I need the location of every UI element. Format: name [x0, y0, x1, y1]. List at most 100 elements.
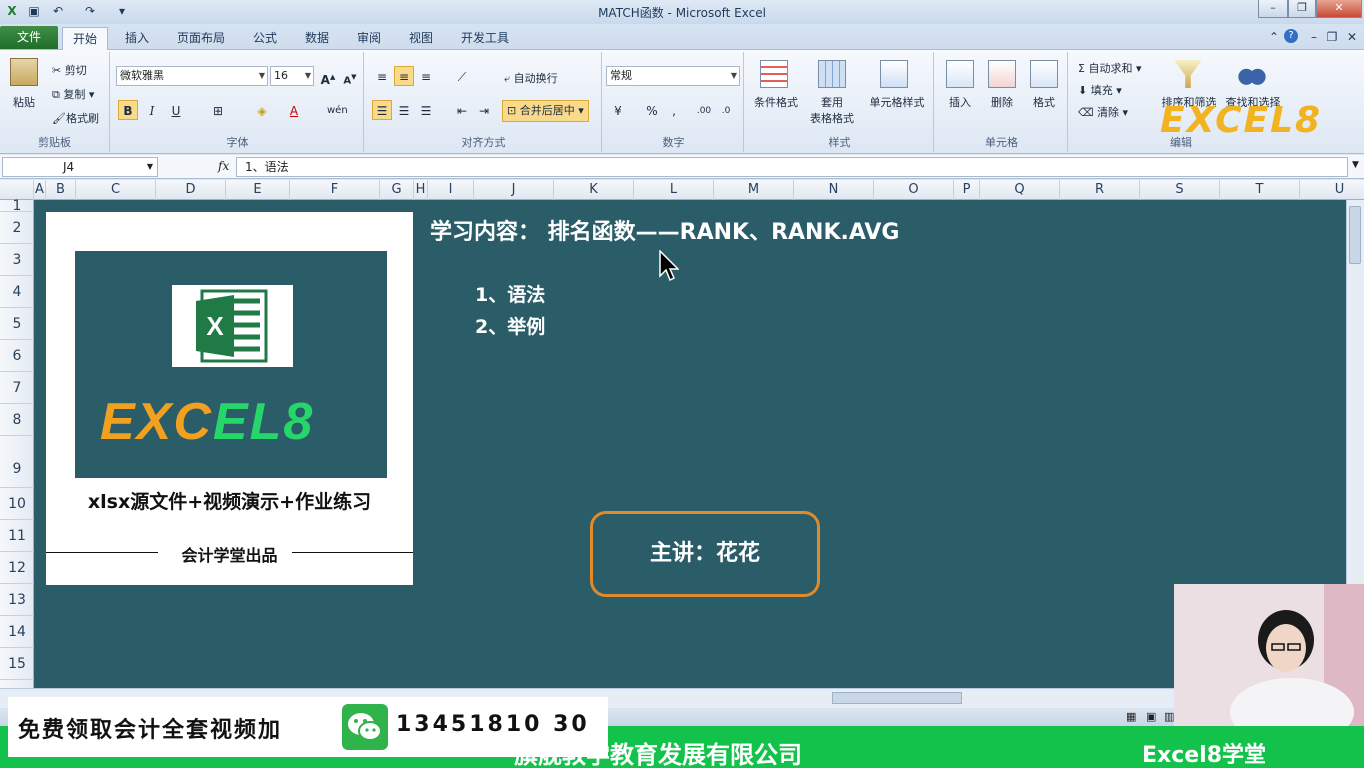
increase-indent-icon[interactable]: ⇥	[474, 100, 494, 120]
merge-center-button[interactable]: ⊡ 合并后居中 ▾	[502, 100, 589, 122]
wrap-text-button[interactable]: ⤶ 自动换行	[504, 70, 558, 86]
underline-button[interactable]: U	[166, 100, 186, 120]
column-header[interactable]: E	[226, 180, 290, 200]
conditional-format-icon[interactable]	[760, 60, 788, 88]
tab-home[interactable]: 开始	[62, 27, 108, 50]
align-center-icon[interactable]: ☰	[394, 100, 414, 120]
paste-icon[interactable]	[10, 58, 38, 86]
doc-minimize-icon[interactable]: –	[1306, 29, 1322, 45]
align-bottom-icon[interactable]: ≡	[416, 66, 436, 86]
column-header[interactable]: N	[794, 180, 874, 200]
ribbon-minimize-icon[interactable]: ⌃	[1266, 29, 1282, 45]
close-button[interactable]: ✕	[1316, 0, 1362, 18]
shrink-font-icon[interactable]: A▼	[340, 66, 360, 86]
insert-cells-icon[interactable]	[946, 60, 974, 88]
scroll-thumb[interactable]	[1349, 206, 1361, 264]
format-painter-button[interactable]: 🖌格式刷	[52, 110, 99, 126]
column-header[interactable]: S	[1140, 180, 1220, 200]
row-header[interactable]: 8	[0, 404, 34, 436]
bold-button[interactable]: B	[118, 100, 138, 120]
doc-close-icon[interactable]: ✕	[1344, 29, 1360, 45]
delete-button[interactable]: 删除	[982, 94, 1022, 110]
tab-formulas[interactable]: 公式	[246, 27, 284, 50]
column-header[interactable]: T	[1220, 180, 1300, 200]
tab-view[interactable]: 视图	[402, 27, 440, 50]
column-header[interactable]: D	[156, 180, 226, 200]
format-cells-icon[interactable]	[1030, 60, 1058, 88]
restore-button[interactable]: ❐	[1288, 0, 1316, 18]
normal-view-icon[interactable]: ▦	[1126, 710, 1136, 723]
tab-developer[interactable]: 开发工具	[454, 27, 516, 50]
select-all-corner[interactable]	[0, 180, 34, 200]
conditional-format-button[interactable]: 条件格式	[748, 94, 804, 110]
row-header[interactable]: 2	[0, 212, 34, 244]
column-header[interactable]: U	[1300, 180, 1364, 200]
align-left-icon[interactable]: ☰	[372, 100, 392, 120]
italic-button[interactable]: I	[142, 100, 162, 120]
row-header[interactable]: 14	[0, 616, 34, 648]
formula-input[interactable]: 1、语法	[236, 157, 1348, 177]
increase-decimal-icon[interactable]: .00	[694, 100, 714, 120]
clear-button[interactable]: ⌫ 清除 ▾	[1078, 104, 1128, 120]
row-header[interactable]: 3	[0, 244, 34, 276]
tab-data[interactable]: 数据	[298, 27, 336, 50]
column-header[interactable]: R	[1060, 180, 1140, 200]
row-header[interactable]: 1	[0, 199, 34, 213]
column-header[interactable]: P	[954, 180, 980, 200]
column-header[interactable]: H	[414, 180, 428, 200]
paste-button[interactable]: 粘贴	[6, 94, 42, 110]
delete-cells-icon[interactable]	[988, 60, 1016, 88]
column-header[interactable]: L	[634, 180, 714, 200]
cut-button[interactable]: ✂ 剪切	[52, 62, 87, 78]
row-header[interactable]: 9	[0, 436, 34, 488]
currency-icon[interactable]: ¥	[608, 100, 628, 120]
tab-review[interactable]: 审阅	[350, 27, 388, 50]
column-header[interactable]: G	[380, 180, 414, 200]
page-break-view-icon[interactable]: ▥	[1164, 710, 1174, 723]
row-header[interactable]: 4	[0, 276, 34, 308]
tab-insert[interactable]: 插入	[118, 27, 156, 50]
row-header[interactable]: 13	[0, 584, 34, 616]
cell-styles-icon[interactable]	[880, 60, 908, 88]
page-layout-view-icon[interactable]: ▣	[1146, 710, 1156, 723]
autosum-button[interactable]: Σ 自动求和 ▾	[1078, 60, 1141, 76]
column-header[interactable]: B	[46, 180, 76, 200]
sort-filter-icon[interactable]	[1174, 60, 1202, 88]
format-as-table-button[interactable]: 套用	[818, 94, 846, 110]
row-header[interactable]: 7	[0, 372, 34, 404]
column-header[interactable]: C	[76, 180, 156, 200]
column-header[interactable]: O	[874, 180, 954, 200]
column-header[interactable]: K	[554, 180, 634, 200]
row-header[interactable]: 6	[0, 340, 34, 372]
font-size-select[interactable]: 16 ▼	[270, 66, 314, 86]
align-right-icon[interactable]: ☰	[416, 100, 436, 120]
row-header[interactable]: 12	[0, 552, 34, 584]
insert-button[interactable]: 插入	[940, 94, 980, 110]
help-icon[interactable]: ?	[1284, 29, 1298, 43]
borders-icon[interactable]: ⊞	[208, 100, 228, 120]
expand-formula-icon[interactable]: ▼	[1352, 160, 1359, 170]
tab-file[interactable]: 文件	[0, 26, 58, 49]
table-format-icon[interactable]	[818, 60, 846, 88]
row-header[interactable]: 10	[0, 488, 34, 520]
minimize-button[interactable]: –	[1258, 0, 1288, 18]
phonetic-icon[interactable]: wén	[326, 100, 348, 120]
font-name-select[interactable]: 微软雅黑 ▼	[116, 66, 268, 86]
horizontal-scroll-thumb[interactable]	[832, 692, 962, 704]
number-format-select[interactable]: 常规 ▼	[606, 66, 740, 86]
insert-function-icon[interactable]: fx	[218, 159, 229, 173]
row-header[interactable]: 15	[0, 648, 34, 680]
doc-restore-icon[interactable]: ❐	[1324, 29, 1340, 45]
percent-icon[interactable]: %	[642, 100, 662, 120]
format-button[interactable]: 格式	[1024, 94, 1064, 110]
column-header[interactable]: F	[290, 180, 380, 200]
align-top-icon[interactable]: ≡	[372, 66, 392, 86]
decrease-decimal-icon[interactable]: .0	[716, 100, 736, 120]
row-header[interactable]: 5	[0, 308, 34, 340]
column-header[interactable]: J	[474, 180, 554, 200]
orientation-icon[interactable]: ⟋	[452, 66, 472, 86]
decrease-indent-icon[interactable]: ⇤	[452, 100, 472, 120]
font-color-icon[interactable]: A	[284, 100, 304, 120]
binoculars-icon[interactable]	[1238, 60, 1266, 88]
cell-styles-button[interactable]: 单元格样式	[866, 94, 928, 110]
